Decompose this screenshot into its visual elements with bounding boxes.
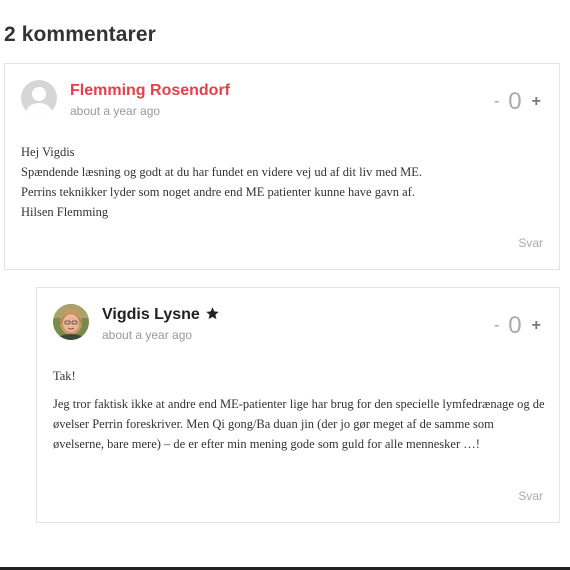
comment-paragraph: Hej Vigdis xyxy=(21,145,75,159)
comment-body: Hej Vigdis Spændende læsning og godt at … xyxy=(21,142,545,222)
comments-heading: 2 kommentarer xyxy=(4,23,156,46)
vote-control: - 0 + xyxy=(494,312,541,340)
comment-paragraph: Spændende læsning og godt at du har fund… xyxy=(21,165,422,179)
upvote-button[interactable]: + xyxy=(532,93,541,111)
comment-paragraph: Jeg tror faktisk ikke at andre end ME-pa… xyxy=(53,397,545,451)
author-name: Vigdis Lysne xyxy=(102,306,200,323)
comment-timestamp: about a year ago xyxy=(102,328,193,342)
comment-author-link[interactable]: Vigdis Lysne xyxy=(102,306,220,326)
downvote-button[interactable]: - xyxy=(494,93,499,111)
comment-author-link[interactable]: Flemming Rosendorf xyxy=(70,82,230,100)
vote-count: 0 xyxy=(508,88,522,115)
comment-card: Vigdis Lysne about a year ago - 0 + Tak!… xyxy=(36,287,560,523)
comment-card: Flemming Rosendorf about a year ago - 0 … xyxy=(4,63,560,270)
comment-paragraph: Hilsen Flemming xyxy=(21,205,109,219)
comment-timestamp: about a year ago xyxy=(70,104,161,118)
person-silhouette-icon xyxy=(21,80,57,116)
comment-body: Tak! Jeg tror faktisk ikke at andre end … xyxy=(53,366,545,454)
reply-link[interactable]: Svar xyxy=(518,236,543,250)
comment-paragraph: Tak! xyxy=(53,369,76,383)
star-icon xyxy=(205,306,220,326)
avatar[interactable] xyxy=(21,80,57,116)
avatar[interactable] xyxy=(53,304,89,340)
vote-count: 0 xyxy=(508,312,522,339)
reply-link[interactable]: Svar xyxy=(518,489,543,503)
upvote-button[interactable]: + xyxy=(532,317,541,335)
user-photo xyxy=(53,304,89,340)
comment-paragraph: Perrins teknikker lyder som noget andre … xyxy=(21,185,415,199)
downvote-button[interactable]: - xyxy=(494,317,499,335)
vote-control: - 0 + xyxy=(494,88,541,116)
